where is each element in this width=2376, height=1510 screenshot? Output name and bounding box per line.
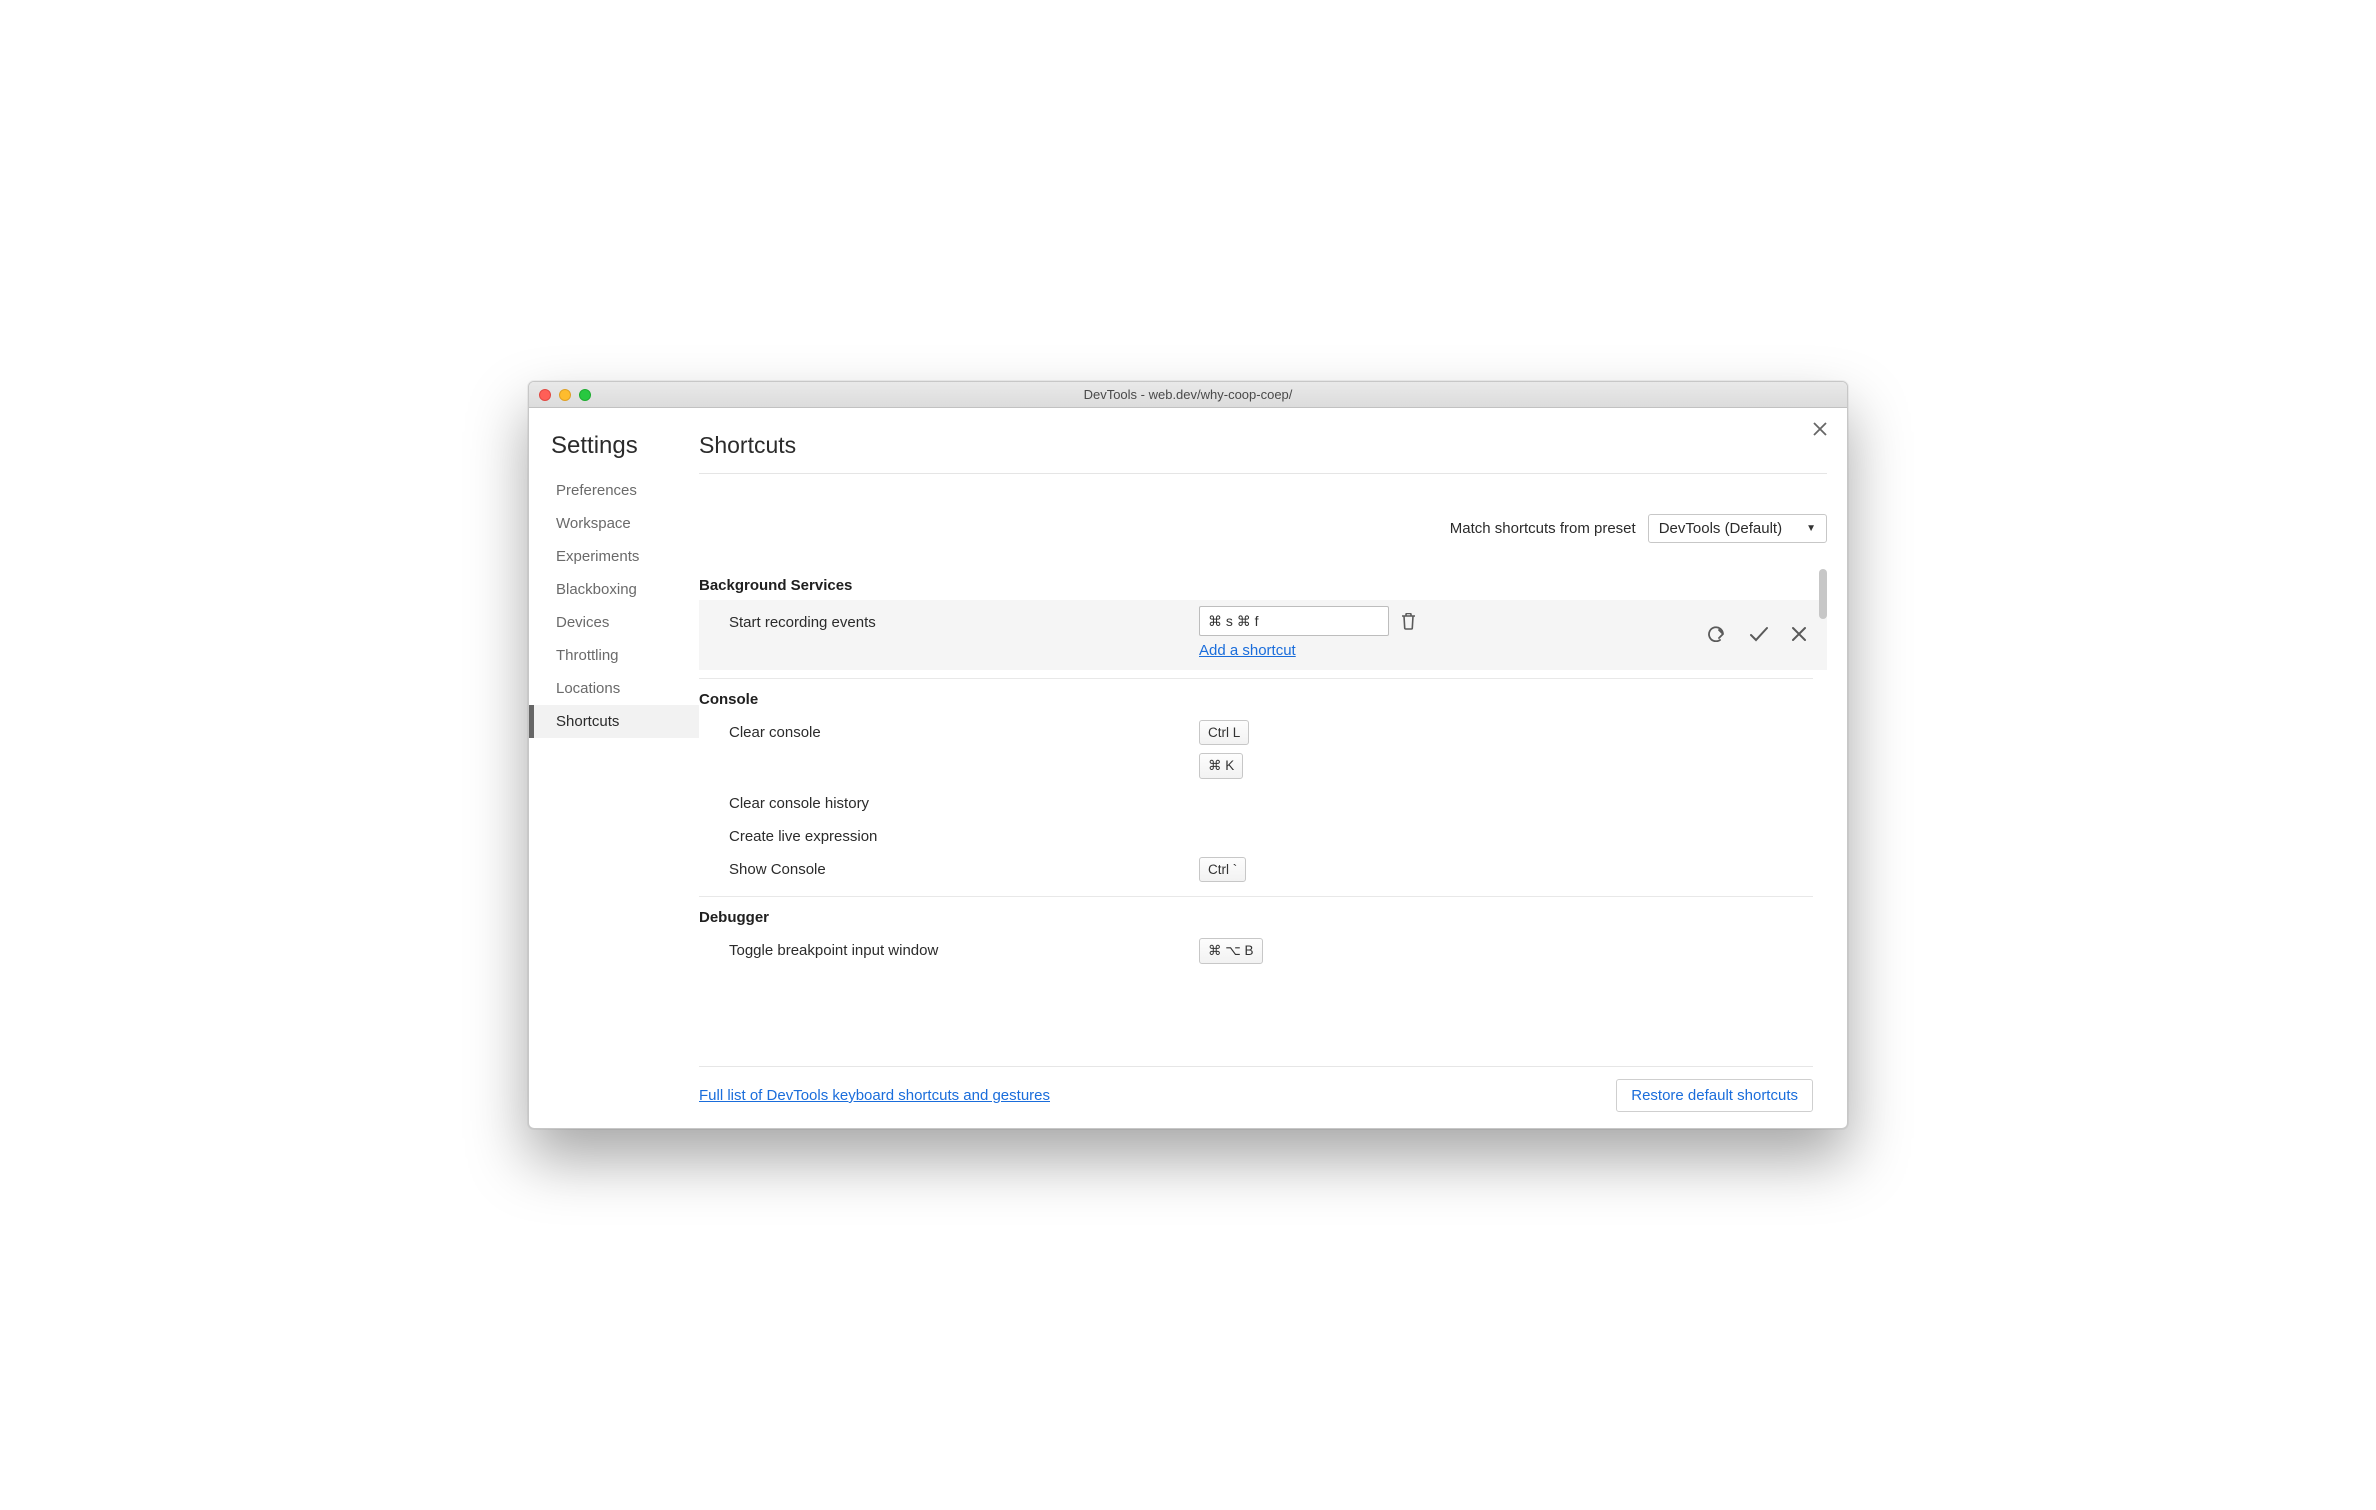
key-chip: ⌘ K — [1199, 753, 1243, 779]
key-chip: ⌘ ⌥ B — [1199, 938, 1263, 964]
shortcut-label: Show Console — [699, 857, 1199, 878]
section-debugger: Debugger Toggle breakpoint input window … — [699, 901, 1813, 978]
section-title: Console — [699, 683, 1813, 714]
shortcut-label: Clear console — [699, 720, 1199, 741]
section-title: Background Services — [699, 569, 1813, 600]
settings-sidebar: Settings Preferences Workspace Experimen… — [529, 408, 699, 1128]
window-close-button[interactable] — [539, 389, 551, 401]
scrollbar[interactable] — [1819, 569, 1827, 1066]
shortcut-keys: ⌘ ⌥ B — [1199, 938, 1813, 964]
check-icon[interactable] — [1749, 626, 1769, 642]
shortcut-row[interactable]: Show Console Ctrl ` — [699, 851, 1813, 888]
shortcut-label: Toggle breakpoint input window — [699, 938, 1199, 959]
restore-defaults-button[interactable]: Restore default shortcuts — [1616, 1079, 1813, 1112]
full-list-link[interactable]: Full list of DevTools keyboard shortcuts… — [699, 1087, 1050, 1104]
shortcut-label: Clear console history — [699, 791, 1199, 812]
sidebar-item-preferences[interactable]: Preferences — [529, 474, 699, 507]
devtools-window: DevTools - web.dev/why-coop-coep/ Settin… — [528, 381, 1848, 1129]
chevron-down-icon: ▼ — [1806, 523, 1816, 534]
sidebar-item-devices[interactable]: Devices — [529, 606, 699, 639]
preset-select-value: DevTools (Default) — [1659, 520, 1782, 537]
sidebar-item-shortcuts[interactable]: Shortcuts — [529, 705, 699, 738]
shortcut-row[interactable]: Toggle breakpoint input window ⌘ ⌥ B — [699, 932, 1813, 970]
section-background-services: Background Services Start recording even… — [699, 569, 1813, 679]
window-maximize-button[interactable] — [579, 389, 591, 401]
key-chip: Ctrl ` — [1199, 857, 1246, 882]
page-header: Shortcuts — [699, 432, 1827, 474]
close-icon[interactable] — [1809, 418, 1831, 440]
sidebar-item-throttling[interactable]: Throttling — [529, 639, 699, 672]
preset-select[interactable]: DevTools (Default) ▼ — [1648, 514, 1827, 543]
undo-icon[interactable] — [1705, 626, 1727, 642]
preset-label: Match shortcuts from preset — [1450, 520, 1636, 537]
sidebar-item-locations[interactable]: Locations — [529, 672, 699, 705]
sidebar-title: Settings — [529, 432, 699, 474]
shortcut-label: Start recording events — [699, 606, 1199, 631]
shortcut-row[interactable]: Clear console history — [699, 785, 1813, 818]
sidebar-item-blackboxing[interactable]: Blackboxing — [529, 573, 699, 606]
shortcut-row-editing: Start recording events ⌘ s ⌘ f — [699, 600, 1827, 670]
traffic-lights — [529, 389, 591, 401]
sidebar-item-experiments[interactable]: Experiments — [529, 540, 699, 573]
cancel-icon[interactable] — [1791, 626, 1807, 642]
edit-actions — [1705, 606, 1813, 642]
preset-row: Match shortcuts from preset DevTools (De… — [699, 474, 1827, 569]
shortcut-keys: Ctrl L ⌘ K — [1199, 720, 1813, 779]
shortcut-keys: Ctrl ` — [1199, 857, 1813, 882]
sidebar-item-workspace[interactable]: Workspace — [529, 507, 699, 540]
settings-main: Shortcuts Match shortcuts from preset De… — [699, 408, 1847, 1128]
window-title: DevTools - web.dev/why-coop-coep/ — [529, 387, 1847, 402]
shortcut-edit-area: ⌘ s ⌘ f Add a shortcut — [1199, 606, 1705, 660]
trash-icon[interactable] — [1401, 613, 1416, 630]
section-title: Debugger — [699, 901, 1813, 932]
key-chip: Ctrl L — [1199, 720, 1249, 745]
titlebar: DevTools - web.dev/why-coop-coep/ — [529, 382, 1847, 408]
section-console: Console Clear console Ctrl L ⌘ K Clear c… — [699, 683, 1813, 897]
add-shortcut-link[interactable]: Add a shortcut — [1199, 642, 1296, 659]
page-title: Shortcuts — [699, 432, 1827, 459]
window-minimize-button[interactable] — [559, 389, 571, 401]
shortcuts-scroll-area: Background Services Start recording even… — [699, 569, 1827, 1066]
settings-panel: Settings Preferences Workspace Experimen… — [529, 408, 1847, 1128]
shortcut-row[interactable]: Create live expression — [699, 818, 1813, 851]
shortcut-label: Create live expression — [699, 824, 1199, 845]
shortcut-row[interactable]: Clear console Ctrl L ⌘ K — [699, 714, 1813, 785]
scrollbar-thumb[interactable] — [1819, 569, 1827, 619]
shortcuts-footer: Full list of DevTools keyboard shortcuts… — [699, 1066, 1813, 1128]
shortcut-key-input[interactable]: ⌘ s ⌘ f — [1199, 606, 1389, 636]
